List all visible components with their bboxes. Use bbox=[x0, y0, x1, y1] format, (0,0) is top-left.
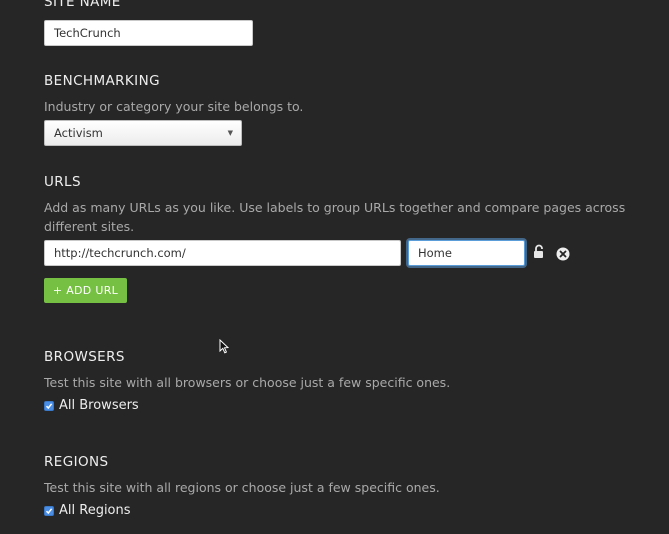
url-input[interactable] bbox=[44, 240, 401, 266]
regions-description: Test this site with all regions or choos… bbox=[44, 480, 440, 495]
close-circle-icon[interactable] bbox=[556, 246, 570, 265]
mouse-pointer-icon bbox=[219, 338, 230, 358]
benchmarking-description: Industry or category your site belongs t… bbox=[44, 99, 304, 114]
urls-heading: URLS bbox=[44, 174, 81, 190]
all-regions-label: All Regions bbox=[59, 503, 131, 518]
chevron-down-icon: ▼ bbox=[227, 129, 233, 137]
urls-description-line2: different sites. bbox=[44, 219, 135, 234]
unlock-icon[interactable] bbox=[532, 244, 546, 264]
urls-description-line1: Add as many URLs as you like. Use labels… bbox=[44, 200, 626, 215]
browsers-heading: BROWSERS bbox=[44, 349, 125, 365]
urls-description: Add as many URLs as you like. Use labels… bbox=[44, 198, 625, 236]
site-name-heading: SITE NAME bbox=[44, 0, 121, 10]
benchmarking-select[interactable]: Activism ▼ bbox=[44, 120, 242, 146]
url-label-input[interactable] bbox=[408, 240, 525, 266]
check-icon bbox=[45, 507, 53, 514]
check-icon bbox=[45, 402, 53, 409]
all-browsers-label: All Browsers bbox=[59, 398, 139, 413]
add-url-button[interactable]: + ADD URL bbox=[44, 278, 127, 303]
all-regions-option[interactable]: All Regions bbox=[44, 503, 131, 518]
browsers-description: Test this site with all browsers or choo… bbox=[44, 375, 451, 390]
all-regions-checkbox[interactable] bbox=[44, 505, 54, 516]
regions-heading: REGIONS bbox=[44, 454, 109, 470]
benchmarking-selected-value: Activism bbox=[54, 126, 103, 140]
all-browsers-option[interactable]: All Browsers bbox=[44, 398, 139, 413]
all-browsers-checkbox[interactable] bbox=[44, 400, 54, 411]
benchmarking-heading: BENCHMARKING bbox=[44, 73, 160, 89]
site-name-input[interactable] bbox=[44, 20, 253, 46]
